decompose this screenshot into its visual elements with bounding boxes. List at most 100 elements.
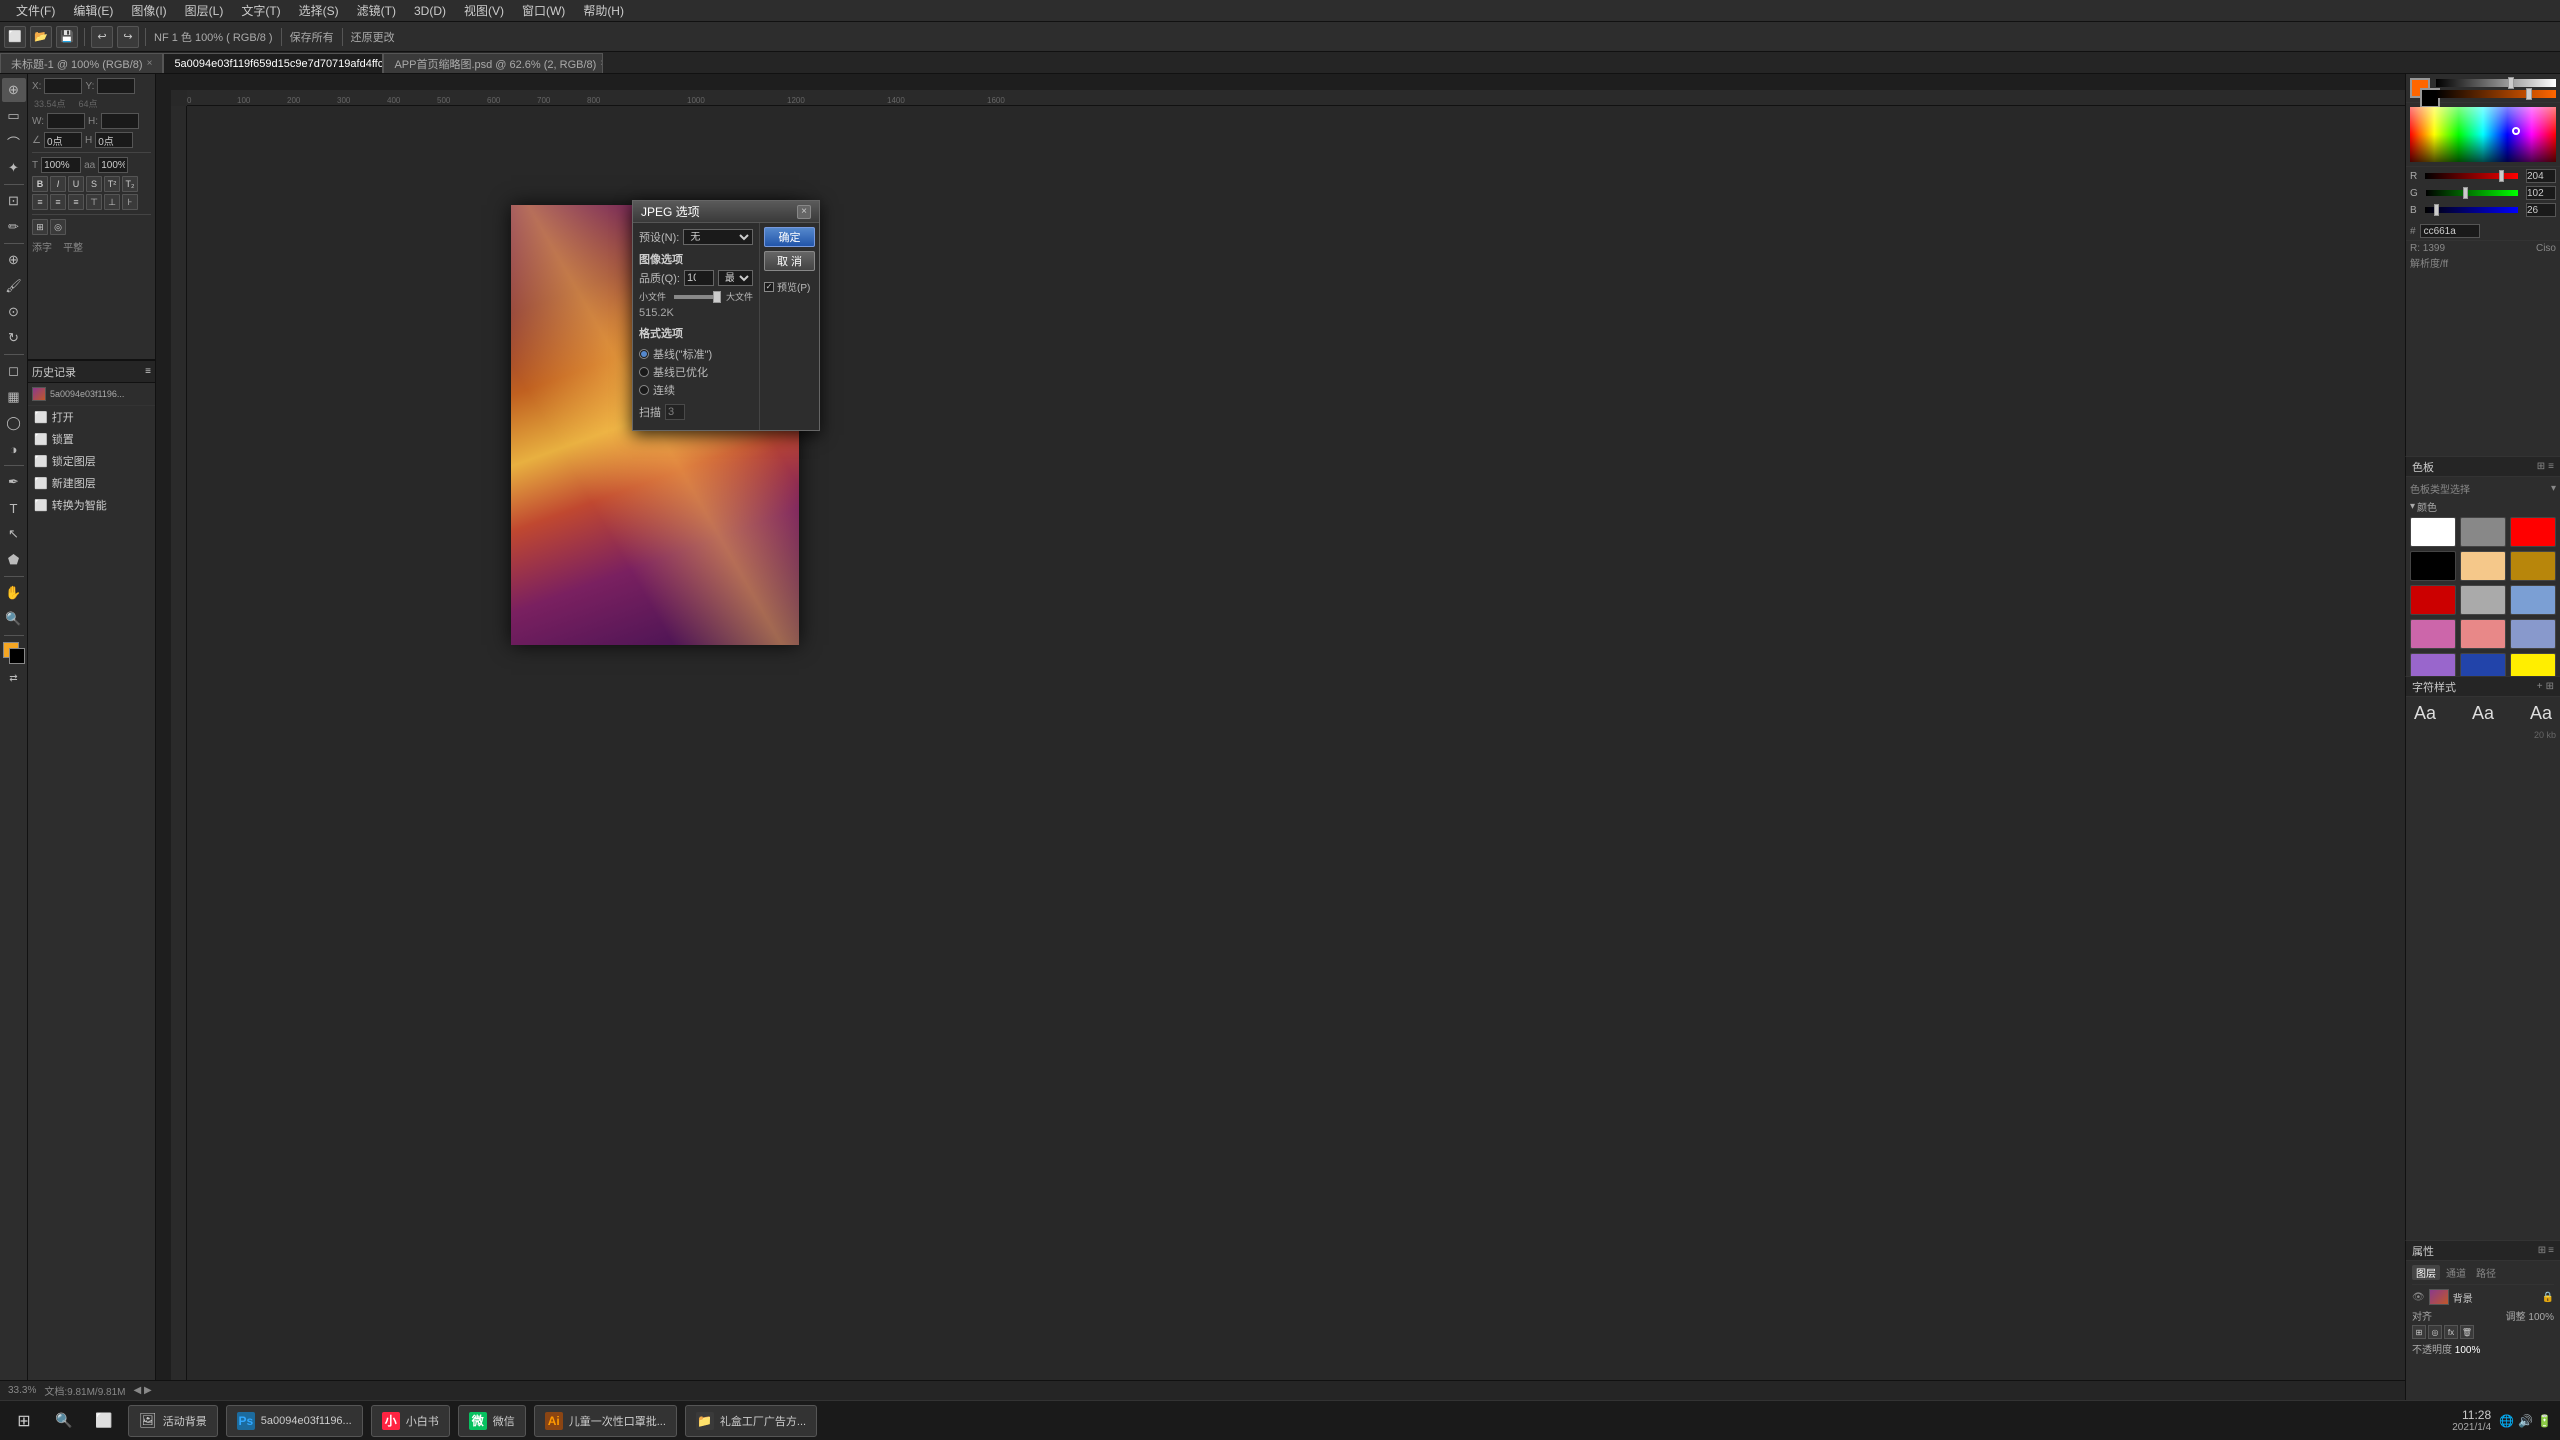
r-slider[interactable] xyxy=(2425,173,2518,179)
props-tab-path[interactable]: 路径 xyxy=(2472,1265,2500,1280)
history-open[interactable]: ⬜ 打开 xyxy=(28,406,155,428)
history-convert[interactable]: ⬜ 转换为智能 xyxy=(28,494,155,516)
tool-select-rect[interactable]: ▭ xyxy=(2,104,26,128)
swatch-dark-blue[interactable] xyxy=(2460,653,2506,676)
scan-input[interactable] xyxy=(665,404,685,420)
align-left-btn[interactable]: ≡ xyxy=(32,194,48,210)
quality-slider[interactable] xyxy=(674,295,718,299)
history-snap[interactable]: ⬜ 锁置 xyxy=(28,428,155,450)
taskbar-ai-app[interactable]: Ai 儿童一次性口罩批... xyxy=(534,1405,677,1437)
taskbar-folder-app[interactable]: 📁 礼盒工厂广告方... xyxy=(685,1405,817,1437)
fg-color-display[interactable] xyxy=(2410,78,2430,98)
props-tab-channel[interactable]: 通道 xyxy=(2442,1265,2470,1280)
tool-gradient[interactable]: ▦ xyxy=(2,385,26,409)
swatch-black[interactable] xyxy=(2410,551,2456,581)
taskbar-task-view[interactable]: ⬜ xyxy=(88,1405,120,1437)
tab-close-app[interactable]: × xyxy=(600,58,603,69)
menu-type[interactable]: 文字(T) xyxy=(233,0,288,21)
properties-menu-icon[interactable]: ≡ xyxy=(2548,1245,2554,1256)
mask-icon-btn[interactable]: ◎ xyxy=(50,219,66,235)
menu-select[interactable]: 选择(S) xyxy=(291,0,347,21)
swatch-gray[interactable] xyxy=(2460,517,2506,547)
foreground-color[interactable] xyxy=(3,642,25,664)
network-icon[interactable]: 🌐 xyxy=(2499,1414,2514,1428)
props-tab-layer[interactable]: 图层 xyxy=(2412,1265,2440,1280)
hex-input[interactable] xyxy=(2420,224,2480,238)
g-slider[interactable] xyxy=(2426,190,2518,196)
menu-edit[interactable]: 编辑(E) xyxy=(65,0,121,21)
g-value-input[interactable] xyxy=(2526,186,2556,200)
swatch-gold[interactable] xyxy=(2510,551,2556,581)
nav-arrows[interactable]: ◀ ▶ xyxy=(134,1385,152,1396)
radio-progressive-btn[interactable] xyxy=(639,385,649,395)
tool-dodge[interactable]: ◑ xyxy=(2,437,26,461)
open-btn[interactable]: 📂 xyxy=(30,26,52,48)
undo-btn[interactable]: ↩ xyxy=(91,26,113,48)
b-thumb[interactable] xyxy=(2434,204,2439,216)
tool-eraser[interactable]: ◻ xyxy=(2,359,26,383)
layer-icon-1[interactable]: ⊞ xyxy=(2412,1325,2426,1339)
tool-swap-colors[interactable]: ⇄ xyxy=(2,666,26,690)
font-add-icon[interactable]: + xyxy=(2537,681,2543,692)
jpeg-close-btn[interactable]: × xyxy=(797,205,811,219)
sat-thumb[interactable] xyxy=(2526,88,2532,100)
tool-pen[interactable]: ✒ xyxy=(2,470,26,494)
tool-heal[interactable]: ⊕ xyxy=(2,248,26,272)
tool-brush[interactable]: 🖌 xyxy=(2,274,26,298)
swatches-menu-icon[interactable]: ≡ xyxy=(2548,461,2554,472)
swatch-purple[interactable] xyxy=(2410,653,2456,676)
tool-zoom[interactable]: 🔍 xyxy=(2,607,26,631)
layer-lock-icon[interactable]: 🔒 xyxy=(2542,1292,2554,1303)
tool-blur[interactable]: ◯ xyxy=(2,411,26,435)
tool-magic-wand[interactable]: ✦ xyxy=(2,156,26,180)
align-top-btn[interactable]: ⊤ xyxy=(86,194,102,210)
layer-icon-2[interactable]: ◎ xyxy=(2428,1325,2442,1339)
tool-history-brush[interactable]: ↻ xyxy=(2,326,26,350)
quality-input[interactable] xyxy=(684,270,714,286)
swatch-light-gray[interactable] xyxy=(2460,585,2506,615)
preset-select[interactable]: 无 xyxy=(683,229,753,245)
menu-file[interactable]: 文件(F) xyxy=(8,0,63,21)
windows-start-btn[interactable]: ⊞ xyxy=(8,1405,40,1437)
battery-icon[interactable]: 🔋 xyxy=(2537,1414,2552,1428)
menu-layer[interactable]: 图层(L) xyxy=(177,0,232,21)
swatch-yellow[interactable] xyxy=(2510,653,2556,676)
r-thumb[interactable] xyxy=(2499,170,2504,182)
menu-image[interactable]: 图像(I) xyxy=(123,0,174,21)
aa-input[interactable] xyxy=(98,157,128,173)
taskbar-ps-app[interactable]: Ps 5a0094e03f1196... xyxy=(226,1405,363,1437)
align-bottom-btn[interactable]: ⊦ xyxy=(122,194,138,210)
history-menu-icon[interactable]: ≡ xyxy=(145,366,151,377)
subscript-btn[interactable]: T₂ xyxy=(122,176,138,192)
menu-3d[interactable]: 3D(D) xyxy=(406,2,454,20)
hue-thumb[interactable] xyxy=(2508,77,2514,89)
cancel-button[interactable]: 取 消 xyxy=(764,251,815,271)
italic-btn[interactable]: I xyxy=(50,176,66,192)
g-thumb[interactable] xyxy=(2463,187,2468,199)
menu-view[interactable]: 视图(V) xyxy=(456,0,512,21)
layer-icon-3[interactable]: fx xyxy=(2444,1325,2458,1339)
swatches-dropdown-icon[interactable]: ▾ xyxy=(2551,483,2556,494)
tool-stamp[interactable]: ⊙ xyxy=(2,300,26,324)
b-slider[interactable] xyxy=(2425,207,2518,213)
font-sample-3[interactable]: Aa xyxy=(2526,701,2556,726)
swatch-pink[interactable] xyxy=(2410,619,2456,649)
bold-btn[interactable]: B xyxy=(32,176,48,192)
tab-main-image[interactable]: 5a0094e03f119f659d15c9e7d70719afd4ffc0d7… xyxy=(163,53,383,73)
properties-expand-icon[interactable]: ⊞ xyxy=(2538,1245,2546,1256)
bg-color-swatch[interactable] xyxy=(9,648,25,664)
h-input[interactable] xyxy=(101,113,139,129)
layer-icon-4[interactable]: 🗑 xyxy=(2460,1325,2474,1339)
layer-icon-btn[interactable]: ⊞ xyxy=(32,219,48,235)
font-sample-2[interactable]: Aa xyxy=(2468,701,2498,726)
tool-path-select[interactable]: ↖ xyxy=(2,522,26,546)
swatch-periwinkle[interactable] xyxy=(2510,619,2556,649)
preview-checkbox[interactable] xyxy=(764,282,774,292)
swatch-dark-red[interactable] xyxy=(2410,585,2456,615)
y-input[interactable] xyxy=(97,78,135,94)
swatch-red[interactable] xyxy=(2510,517,2556,547)
ok-button[interactable]: 确定 xyxy=(764,227,815,247)
swatch-light-blue[interactable] xyxy=(2510,585,2556,615)
font-grid-icon[interactable]: ⊞ xyxy=(2546,681,2554,692)
menu-filter[interactable]: 滤镜(T) xyxy=(349,0,404,21)
